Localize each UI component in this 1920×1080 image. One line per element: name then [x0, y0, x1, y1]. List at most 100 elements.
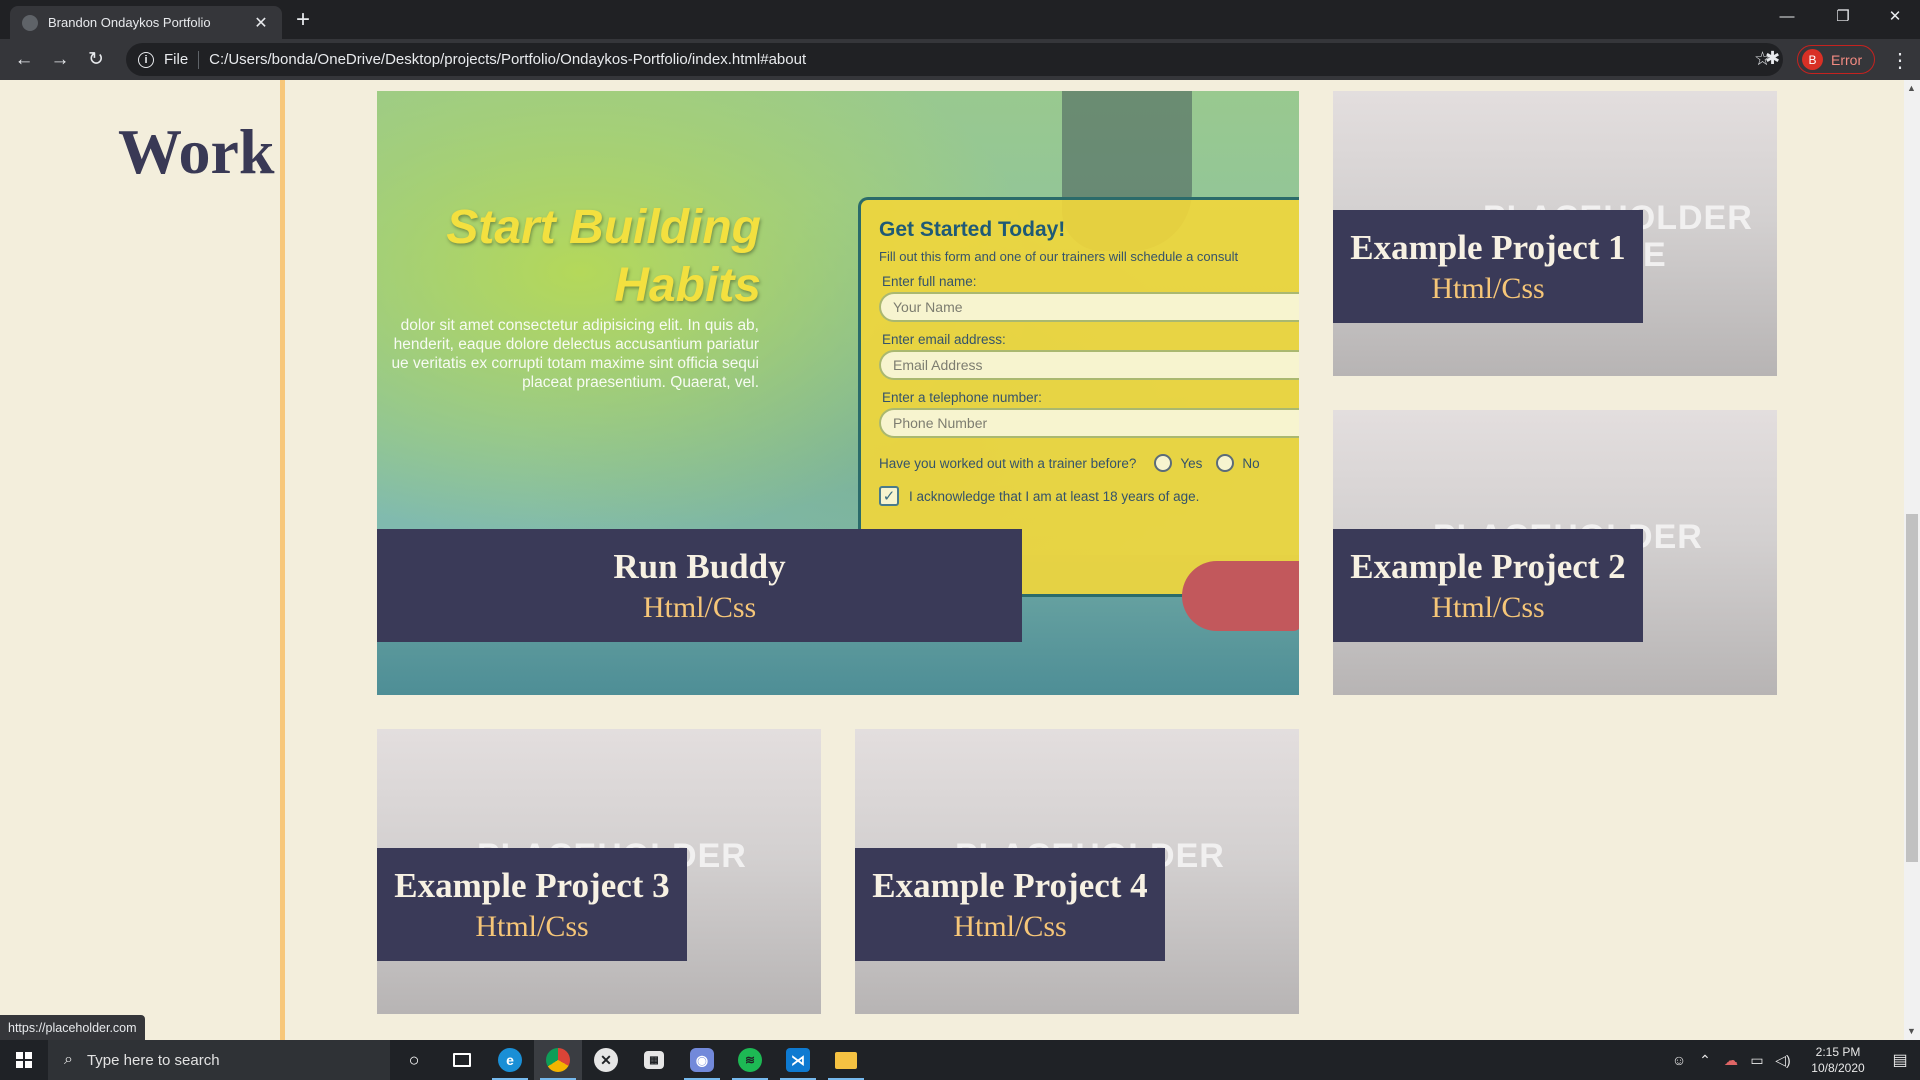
browser-tab[interactable]: Brandon Ondaykos Portfolio ✕	[10, 6, 282, 39]
folder-icon	[835, 1051, 857, 1069]
project-stack: Html/Css	[1431, 271, 1545, 305]
tab-title: Brandon Ondaykos Portfolio	[48, 15, 211, 30]
form-title: Get Started Today!	[879, 218, 1066, 241]
placeholder-image-text: E	[1643, 236, 1667, 274]
headline-line-2: Habits	[614, 259, 761, 312]
trainer-question-row: Have you worked out with a trainer befor…	[879, 454, 1299, 472]
taskbar-app-vscode[interactable]: ⋊	[774, 1040, 822, 1080]
taskbar-app-spotify[interactable]: ≋	[726, 1040, 774, 1080]
taskbar-app-store[interactable]: ▦	[630, 1040, 678, 1080]
network-icon[interactable]: ▭	[1744, 1052, 1770, 1069]
project-label[interactable]: Example Project 3 Html/Css	[377, 848, 687, 961]
browser-menu-icon[interactable]: ⋮	[1890, 48, 1910, 73]
project-card-1[interactable]: PLACEHOLDER E Example Project 1 Html/Css	[1333, 91, 1777, 376]
search-icon: ⌕	[64, 1051, 73, 1068]
project-card-2[interactable]: PLACEHOLDER Example Project 2 Html/Css	[1333, 410, 1777, 695]
avatar: B	[1802, 49, 1823, 70]
email-label: Enter email address:	[882, 332, 1006, 347]
page-viewport: Work Start Building Habits dolor sit ame…	[0, 80, 1904, 1040]
radio-yes	[1154, 454, 1173, 472]
volume-icon[interactable]: ◁)	[1770, 1052, 1796, 1069]
clock-time: 2:15 PM	[1815, 1045, 1861, 1059]
project-stack: Html/Css	[953, 909, 1067, 943]
project-title: Run Buddy	[613, 546, 786, 586]
window-close-button[interactable]: ✕	[1872, 0, 1918, 32]
radio-yes-label: Yes	[1180, 455, 1203, 471]
reload-button[interactable]: ↻	[78, 48, 114, 71]
project-title: Example Project 3	[394, 865, 670, 905]
headline-line-1: Start Building	[446, 201, 761, 254]
cortana-icon: ○	[408, 1049, 420, 1070]
people-icon[interactable]: ☺	[1666, 1052, 1692, 1068]
vscode-icon: ⋊	[786, 1048, 810, 1072]
window-minimize-button[interactable]: —	[1764, 0, 1810, 32]
screenshot-body-text: dolor sit amet consectetur adipisicing e…	[391, 317, 759, 391]
project-label[interactable]: Example Project 1 Html/Css	[1333, 210, 1643, 323]
chevron-up-icon[interactable]: ⌃	[1692, 1052, 1718, 1069]
task-view-icon	[453, 1053, 471, 1067]
taskbar-clock[interactable]: 2:15 PM 10/8/2020	[1796, 1044, 1880, 1076]
onedrive-error-icon[interactable]: ☁	[1718, 1052, 1744, 1069]
age-ack-label: I acknowledge that I am at least 18 year…	[909, 488, 1200, 504]
discord-icon: ◉	[690, 1048, 714, 1072]
info-icon[interactable]: i	[138, 51, 154, 68]
project-title: Example Project 2	[1350, 546, 1626, 586]
globe-icon	[22, 14, 38, 31]
email-field: Email Address	[879, 350, 1299, 380]
search-placeholder: Type here to search	[86, 1051, 220, 1069]
screenshot-headline: Start Building Habits	[446, 199, 761, 315]
taskbar-app-edge[interactable]: e	[486, 1040, 534, 1080]
section-heading: Work	[118, 116, 275, 187]
project-label[interactable]: Run Buddy Html/Css	[377, 529, 1022, 642]
new-tab-button[interactable]: +	[296, 8, 310, 32]
name-field: Your Name	[879, 292, 1299, 322]
project-card-3[interactable]: PLACEHOLDER Example Project 3 Html/Css	[377, 729, 821, 1014]
back-button[interactable]: ←	[6, 49, 42, 71]
task-view-button[interactable]	[438, 1040, 486, 1080]
scroll-down-icon[interactable]: ▼	[1907, 1026, 1916, 1036]
project-stack: Html/Css	[642, 590, 757, 624]
forward-button[interactable]: →	[42, 49, 78, 71]
screenshot-shoe	[1182, 561, 1299, 631]
windows-taskbar: ⌕ Type here to search ○ e ✕ ▦ ◉ ≋ ⋊ ☺ ⌃ …	[0, 1040, 1920, 1080]
form-description: Fill out this form and one of our traine…	[879, 249, 1239, 264]
edge-icon: e	[498, 1048, 522, 1072]
scheme-label: File	[164, 51, 189, 68]
address-bar[interactable]: i File C:/Users/bonda/OneDrive/Desktop/p…	[126, 43, 1783, 76]
taskbar-app-file-explorer[interactable]	[822, 1040, 870, 1080]
taskbar-search-input[interactable]: ⌕ Type here to search	[48, 1040, 390, 1080]
url-text[interactable]: C:/Users/bonda/OneDrive/Desktop/projects…	[209, 51, 1754, 68]
chrome-icon	[546, 1048, 570, 1072]
project-card-4[interactable]: PLACEHOLDER Example Project 4 Html/Css	[855, 729, 1299, 1014]
scrollbar-thumb[interactable]	[1906, 514, 1918, 862]
spotify-icon: ≋	[738, 1048, 762, 1072]
project-label[interactable]: Example Project 4 Html/Css	[855, 848, 1165, 961]
status-bubble: https://placeholder.com	[0, 1015, 145, 1040]
radio-no	[1216, 454, 1235, 472]
project-title: Example Project 1	[1350, 227, 1626, 267]
taskbar-app-chrome[interactable]	[534, 1040, 582, 1080]
taskbar-app-discord[interactable]: ◉	[678, 1040, 726, 1080]
scroll-up-icon[interactable]: ▲	[1907, 83, 1916, 93]
project-card-run-buddy[interactable]: Start Building Habits dolor sit amet con…	[377, 91, 1299, 695]
window-restore-button[interactable]: ❐	[1820, 0, 1866, 32]
clock-date: 10/8/2020	[1811, 1061, 1865, 1075]
tab-close-icon[interactable]: ✕	[252, 13, 270, 33]
omnibox-divider	[198, 50, 200, 69]
notifications-icon[interactable]: ▤	[1880, 1050, 1920, 1070]
profile-error-label: Error	[1831, 51, 1863, 68]
checkmark-icon: ✓	[879, 486, 899, 506]
taskbar-app-xbox[interactable]: ✕	[582, 1040, 630, 1080]
cortana-button[interactable]: ○	[390, 1040, 438, 1080]
age-ack-row: ✓ I acknowledge that I am at least 18 ye…	[879, 486, 1299, 506]
extensions-puzzle-icon[interactable]: ✱	[1765, 48, 1780, 69]
xbox-icon: ✕	[594, 1048, 618, 1072]
project-title: Example Project 4	[872, 865, 1148, 905]
page-scrollbar[interactable]: ▲ ▼	[1904, 80, 1920, 1040]
project-label[interactable]: Example Project 2 Html/Css	[1333, 529, 1643, 642]
profile-button[interactable]: B Error	[1797, 45, 1875, 74]
trainer-question: Have you worked out with a trainer befor…	[879, 455, 1137, 471]
start-button[interactable]	[0, 1040, 48, 1080]
windows-logo-icon	[16, 1052, 32, 1068]
browser-toolbar: ← → ↻ i File C:/Users/bonda/OneDrive/Des…	[0, 39, 1920, 80]
